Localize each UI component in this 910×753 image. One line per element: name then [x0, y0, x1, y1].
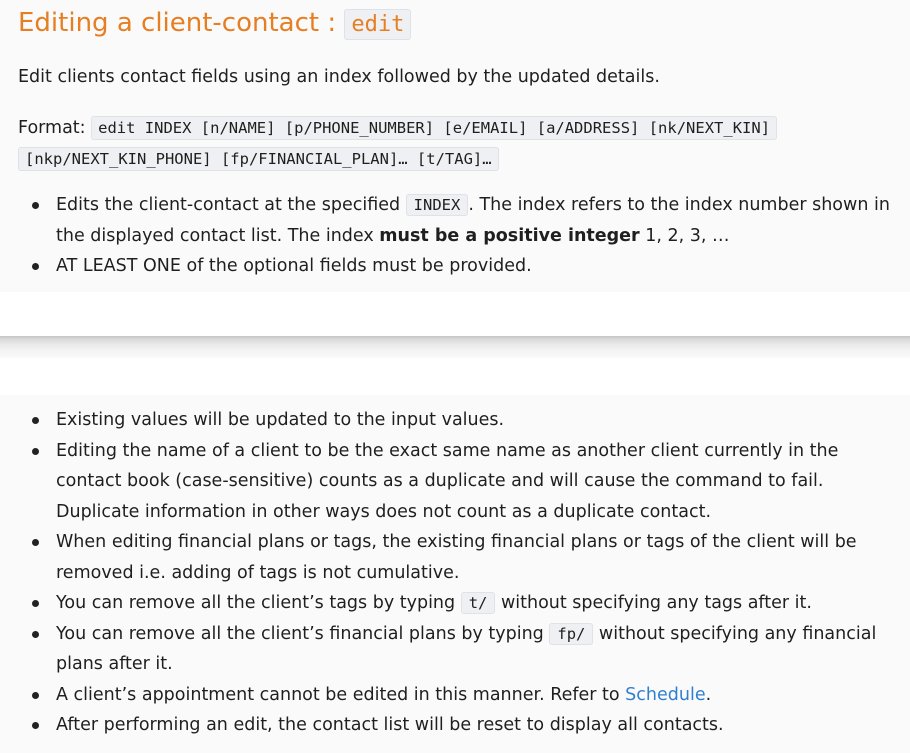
heading-command-code: edit — [344, 9, 412, 40]
list-item: After performing an edit, the contact li… — [30, 710, 890, 741]
format-code-line-2: [nkp/NEXT_KIN_PHONE] [fp/FINANCIAL_PLAN]… — [18, 147, 499, 171]
list-item: When editing financial plans or tags, th… — [30, 527, 890, 588]
bold-text: must be a positive integer — [379, 225, 640, 246]
tag-prefix-code: t/ — [460, 592, 496, 614]
heading-text: Editing a client-contact : — [18, 8, 345, 38]
section-heading: Editing a client-contact : edit — [18, 4, 412, 44]
bullet-text: A client’s appointment cannot be edited … — [56, 684, 626, 705]
format-label: Format: — [18, 118, 92, 138]
list-item: AT LEAST ONE of the optional fields must… — [30, 251, 890, 282]
intro-text: Edit clients contact fields using an ind… — [18, 67, 660, 87]
list-item: A client’s appointment cannot be edited … — [30, 680, 890, 711]
bullet-text: Edits the client-contact at the specifie… — [56, 195, 406, 215]
bullet-text: without specifying any tags after it. — [495, 593, 812, 613]
bullet-text: . — [705, 684, 712, 705]
top-bullet-list: Edits the client-contact at the specifie… — [30, 190, 890, 282]
list-item: You can remove all the client’s tags by … — [30, 588, 890, 619]
format-line: Format: edit INDEX [n/NAME] [p/PHONE_NUM… — [18, 113, 898, 175]
schedule-link[interactable]: Schedule — [625, 685, 705, 705]
bullet-text: 1, 2, 3, … — [639, 225, 730, 246]
format-code-line-1: edit INDEX [n/NAME] [p/PHONE_NUMBER] [e/… — [91, 116, 778, 140]
list-item: Edits the client-contact at the specifie… — [30, 190, 890, 251]
page-divider — [0, 336, 910, 358]
bullet-text: You can remove all the client’s financia… — [56, 623, 550, 644]
list-item: Editing the name of a client to be the e… — [30, 436, 890, 528]
bullet-text: You can remove all the client’s tags by … — [56, 593, 461, 613]
list-item: Existing values will be updated to the i… — [30, 405, 890, 436]
list-item: You can remove all the client’s financia… — [30, 619, 890, 680]
plan-prefix-code: fp/ — [549, 622, 594, 645]
index-code: INDEX — [405, 194, 469, 216]
bottom-bullet-list: Existing values will be updated to the i… — [30, 405, 890, 741]
